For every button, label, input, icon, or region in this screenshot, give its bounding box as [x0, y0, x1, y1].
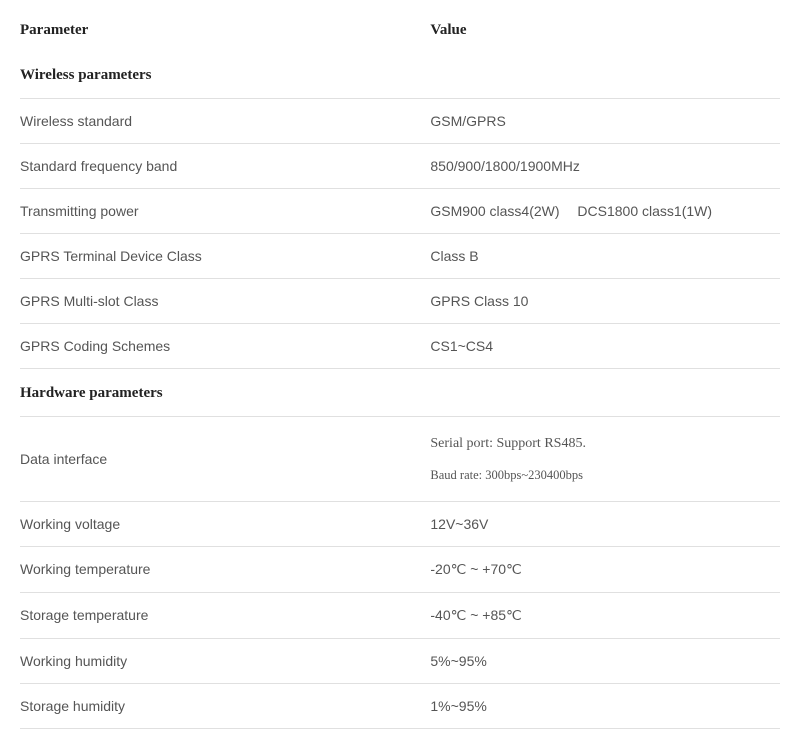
table-row: Working voltage 12V~36V: [20, 501, 780, 546]
table-row: Storage humidity 1%~95%: [20, 683, 780, 728]
param-label: Working temperature: [20, 546, 430, 592]
param-value: GPRS Class 10: [430, 279, 780, 324]
header-value: Value: [430, 10, 780, 51]
param-label: GPRS Terminal Device Class: [20, 234, 430, 279]
spec-table: Parameter Value Wireless parameters Wire…: [20, 10, 780, 729]
table-header-row: Parameter Value: [20, 10, 780, 51]
param-value: -20℃ ~ +70℃: [430, 546, 780, 592]
table-row: Working temperature -20℃ ~ +70℃: [20, 546, 780, 592]
data-interface-line2: Baud rate: 300bps~230400bps: [430, 464, 780, 487]
section-wireless-label: Wireless parameters: [20, 51, 780, 99]
table-row: Transmitting power GSM900 class4(2W) DCS…: [20, 189, 780, 234]
table-row: GPRS Multi-slot Class GPRS Class 10: [20, 279, 780, 324]
param-label: GPRS Multi-slot Class: [20, 279, 430, 324]
table-row: Data interface Serial port: Support RS48…: [20, 417, 780, 502]
param-value: GSM/GPRS: [430, 99, 780, 144]
table-row: Standard frequency band 850/900/1800/190…: [20, 144, 780, 189]
param-label: Wireless standard: [20, 99, 430, 144]
param-label: Storage humidity: [20, 683, 430, 728]
param-value: 12V~36V: [430, 501, 780, 546]
param-value: CS1~CS4: [430, 324, 780, 369]
param-label: Transmitting power: [20, 189, 430, 234]
param-value: -40℃ ~ +85℃: [430, 592, 780, 638]
param-value: 5%~95%: [430, 638, 780, 683]
param-value: 850/900/1800/1900MHz: [430, 144, 780, 189]
param-label: GPRS Coding Schemes: [20, 324, 430, 369]
param-label: Standard frequency band: [20, 144, 430, 189]
section-hardware: Hardware parameters: [20, 369, 780, 417]
table-row: GPRS Terminal Device Class Class B: [20, 234, 780, 279]
table-row: Storage temperature -40℃ ~ +85℃: [20, 592, 780, 638]
param-value: 1%~95%: [430, 683, 780, 728]
table-row: Wireless standard GSM/GPRS: [20, 99, 780, 144]
section-hardware-label: Hardware parameters: [20, 369, 780, 417]
section-wireless: Wireless parameters: [20, 51, 780, 99]
param-value: GSM900 class4(2W) DCS1800 class1(1W): [430, 189, 780, 234]
header-parameter: Parameter: [20, 10, 430, 51]
param-label: Storage temperature: [20, 592, 430, 638]
param-label: Working humidity: [20, 638, 430, 683]
param-value-multiline: Serial port: Support RS485. Baud rate: 3…: [430, 417, 780, 502]
param-label: Data interface: [20, 417, 430, 502]
table-row: GPRS Coding Schemes CS1~CS4: [20, 324, 780, 369]
data-interface-line1: Serial port: Support RS485.: [430, 431, 780, 456]
param-label: Working voltage: [20, 501, 430, 546]
param-value: Class B: [430, 234, 780, 279]
table-row: Working humidity 5%~95%: [20, 638, 780, 683]
